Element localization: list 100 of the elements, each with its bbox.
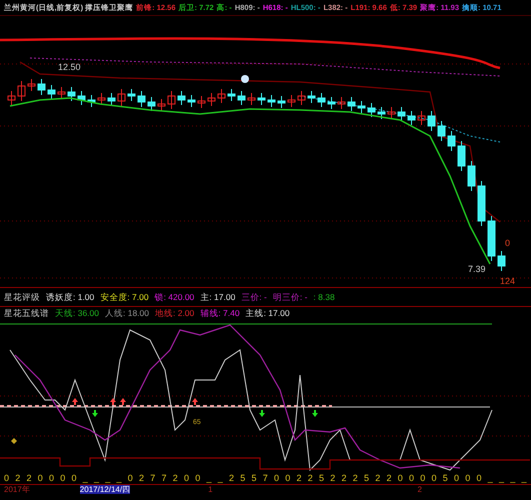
down-arrow-icon [259,410,265,417]
signal-digit: 0 [184,472,190,484]
signal-digit: _ [522,472,527,484]
signal-digit: 7 [162,472,167,484]
signal-digit: 0 [409,472,414,484]
signal-digit: 2 [375,472,380,484]
candlestick [58,86,66,100]
candlestick [108,92,116,106]
signal-digit: _ [510,472,516,484]
candlestick [438,120,446,142]
signal-digit: _ [105,472,110,484]
candlestick [408,110,416,126]
signal-digit: 0 [476,472,482,484]
signal-digit: 2 [15,472,20,484]
signal-digit: 2 [229,472,234,484]
signal-digit: 0 [60,472,66,484]
signal-digit: 0 [454,472,460,484]
date-label: 1 [208,485,213,494]
indicator-reading: 锁: 420.00 [154,291,194,303]
candlestick [118,88,126,106]
signal-digit: 0 [4,472,10,484]
up-arrow-icon [72,398,78,405]
candlestick [78,90,86,106]
signal-digit: 0 [285,472,290,484]
indicator-reading: 明三价: - [272,291,308,303]
candlestick [328,96,336,110]
candlestick [308,90,316,104]
signal-digit: 0 [274,472,280,484]
candlestick [378,106,386,120]
candlestick [218,88,226,104]
candlestick [168,90,176,110]
signal-digit: 0 [432,472,437,484]
signal-digit: 2 [352,472,358,484]
signal-digit: 0 [49,472,54,484]
candlestick [258,92,266,106]
signal-digit: 5 [319,472,324,484]
panel-title: 星花评级 [4,291,40,303]
diamond-icon [11,438,17,444]
candlestick [28,78,36,92]
candlestick [128,88,136,102]
signal-digit: 5 [364,472,370,484]
candlestick [338,96,346,110]
candlestick [198,96,206,108]
candlestick [138,90,146,108]
panel-title: 星花五线谱 [4,307,49,320]
signal-digit: 5 [240,472,246,484]
up-arrow-icon [192,398,198,405]
candlestick [98,92,106,106]
date-label: 2017年 [4,485,30,494]
indicator-reading: : 8.38 [313,291,335,303]
signal-digit: 2 [172,472,178,484]
signal-digit: _ [94,472,100,484]
indicator-reading: 诱妖度: 1.00 [46,291,94,303]
indicator-reading: 辅线: 7.40 [200,307,240,320]
candlestick [158,98,166,112]
candlestick [318,92,326,108]
candlestick [428,110,436,132]
down-arrow-icon [92,410,98,417]
indicator-reading: 地线: 2.00 [155,307,194,320]
candlestick [68,86,76,102]
candlestick [358,100,366,114]
signal-digit: 5 [442,472,448,484]
dot-icon [241,75,249,83]
candlestick [148,96,156,112]
candlestick [278,96,286,108]
signal-digit: _ [218,472,223,484]
candlestick [38,78,46,96]
price-label: 0 [505,238,510,248]
down-arrow-icon [312,410,318,417]
indicator-reading: 天线: 36.00 [55,307,99,320]
candlestick [88,94,96,108]
signal-digit: 0 [195,472,200,484]
signal-digit: 7 [150,472,156,484]
signal-digit: _ [116,472,122,484]
date-label: 2017/12/14/四 [80,485,130,494]
candlestick [288,94,296,108]
signal-digit: 0 [128,472,133,484]
indicator-reading: 主线: 17.00 [246,307,290,320]
signal-digit: 0 [465,472,470,484]
indicator-reading: 三价: - [241,291,267,303]
count-label: 124 [500,276,516,286]
candlestick [18,80,26,102]
signal-digit: 2 [308,472,313,484]
candlestick [418,110,426,126]
candlestick [348,96,356,112]
candlestick [468,160,476,192]
signal-digit: 0 [38,472,43,484]
indicator-reading: 安全度: 7.00 [100,291,149,303]
candlestick [488,216,496,262]
date-label: 2 [418,485,422,494]
candlestick [228,88,236,102]
candlestick [268,94,276,108]
signal-digit: 2 [342,472,347,484]
candlestick [478,180,486,226]
candlestick [398,106,406,122]
price-label: 12.50 [58,62,81,72]
indicator-reading: 人线: 18.00 [105,307,149,320]
candlestick [208,92,216,106]
candlestick [448,130,456,152]
signal-digit: 5 [252,472,257,484]
